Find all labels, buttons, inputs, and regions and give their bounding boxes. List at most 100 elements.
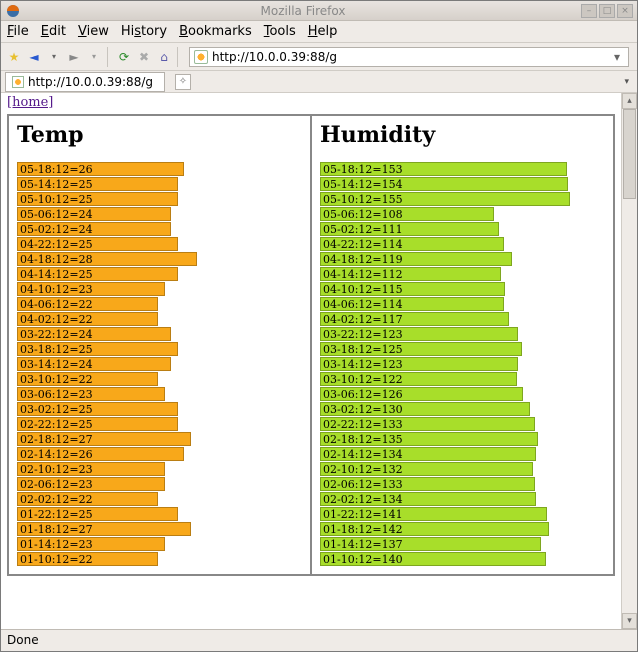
bar-row: 04-02:12=22 (17, 312, 158, 326)
bar-row: 03-18:12=25 (17, 342, 178, 356)
tab-active[interactable]: http://10.0.0.39:88/g (5, 72, 165, 92)
bar-row: 04-10:12=115 (320, 282, 505, 296)
bar-row: 05-02:12=111 (320, 222, 499, 236)
back-dropdown[interactable]: ▾ (45, 48, 63, 66)
bar-row: 03-10:12=22 (17, 372, 158, 386)
url-text: http://10.0.0.39:88/g (212, 50, 606, 64)
bar-row: 01-18:12=142 (320, 522, 549, 536)
bookmark-star-icon[interactable]: ★ (5, 48, 23, 66)
bar-row: 03-02:12=130 (320, 402, 530, 416)
bar-row: 03-14:12=24 (17, 357, 171, 371)
new-tab-button[interactable]: ✧ (175, 74, 191, 90)
bar-row: 05-14:12=25 (17, 177, 178, 191)
humidity-heading: Humidity (320, 122, 605, 148)
url-input[interactable]: http://10.0.0.39:88/g ▾ (189, 47, 629, 67)
close-button[interactable]: × (617, 4, 633, 18)
minimize-button[interactable]: – (581, 4, 597, 18)
bar-row: 02-14:12=26 (17, 447, 184, 461)
bar-row: 02-06:12=23 (17, 477, 165, 491)
temp-panel: Temp 05-18:12=2605-14:12=2505-10:12=2505… (8, 115, 311, 575)
menu-file[interactable]: File (7, 24, 29, 39)
titlebar: Mozilla Firefox – □ × (1, 1, 637, 21)
scroll-thumb[interactable] (623, 109, 636, 199)
bar-row: 04-22:12=114 (320, 237, 504, 251)
stop-button[interactable]: ✖ (135, 48, 153, 66)
home-button[interactable]: ⌂ (155, 48, 173, 66)
favicon-icon (12, 76, 24, 88)
bar-row: 01-14:12=137 (320, 537, 541, 551)
bar-row: 03-22:12=123 (320, 327, 518, 341)
bar-row: 01-18:12=27 (17, 522, 191, 536)
menu-tools[interactable]: Tools (264, 24, 296, 39)
bar-row: 03-02:12=25 (17, 402, 178, 416)
menubar: File Edit View History Bookmarks Tools H… (1, 21, 637, 43)
menu-edit[interactable]: Edit (41, 24, 66, 39)
bar-row: 04-02:12=117 (320, 312, 509, 326)
bar-row: 05-06:12=24 (17, 207, 171, 221)
bar-row: 01-10:12=140 (320, 552, 546, 566)
bar-row: 04-18:12=119 (320, 252, 512, 266)
bar-row: 05-14:12=154 (320, 177, 568, 191)
window-title: Mozilla Firefox (25, 4, 581, 18)
temp-bars: 05-18:12=2605-14:12=2505-10:12=2505-06:1… (17, 162, 302, 566)
tabbar: http://10.0.0.39:88/g ✧ ▾ (1, 71, 637, 93)
nav-toolbar: ★ ◄ ▾ ► ▾ ⟳ ✖ ⌂ http://10.0.0.39:88/g ▾ (1, 43, 637, 71)
vertical-scrollbar[interactable]: ▴ ▾ (621, 93, 637, 629)
bar-row: 03-06:12=126 (320, 387, 523, 401)
status-text: Done (7, 633, 39, 647)
bar-row: 01-22:12=141 (320, 507, 547, 521)
menu-help[interactable]: Help (308, 24, 338, 39)
bar-row: 02-18:12=27 (17, 432, 191, 446)
bar-row: 04-18:12=28 (17, 252, 197, 266)
bar-row: 04-06:12=114 (320, 297, 504, 311)
bar-row: 02-02:12=134 (320, 492, 536, 506)
forward-dropdown[interactable]: ▾ (85, 48, 103, 66)
menu-view[interactable]: View (78, 24, 109, 39)
forward-button[interactable]: ► (65, 48, 83, 66)
bar-row: 05-02:12=24 (17, 222, 171, 236)
bar-row: 02-10:12=132 (320, 462, 533, 476)
firefox-icon (5, 3, 21, 19)
url-dropdown-icon[interactable]: ▾ (610, 50, 624, 64)
bar-row: 03-06:12=23 (17, 387, 165, 401)
panels: Temp 05-18:12=2605-14:12=2505-10:12=2505… (7, 114, 615, 576)
bar-row: 04-14:12=112 (320, 267, 501, 281)
reload-button[interactable]: ⟳ (115, 48, 133, 66)
bar-row: 02-14:12=134 (320, 447, 536, 461)
bar-row: 02-18:12=135 (320, 432, 538, 446)
bar-row: 02-22:12=133 (320, 417, 535, 431)
home-link[interactable]: [home] (7, 95, 53, 110)
bar-row: 03-22:12=24 (17, 327, 171, 341)
back-button[interactable]: ◄ (25, 48, 43, 66)
humidity-panel: Humidity 05-18:12=15305-14:12=15405-10:1… (311, 115, 614, 575)
bar-row: 01-10:12=22 (17, 552, 158, 566)
maximize-button[interactable]: □ (599, 4, 615, 18)
bar-row: 03-18:12=125 (320, 342, 522, 356)
bar-row: 03-10:12=122 (320, 372, 517, 386)
page-content: [home] Temp 05-18:12=2605-14:12=2505-10:… (1, 93, 621, 629)
bar-row: 04-14:12=25 (17, 267, 178, 281)
bar-row: 04-06:12=22 (17, 297, 158, 311)
bar-row: 02-22:12=25 (17, 417, 178, 431)
bar-row: 04-10:12=23 (17, 282, 165, 296)
humidity-bars: 05-18:12=15305-14:12=15405-10:12=15505-0… (320, 162, 605, 566)
bar-row: 05-10:12=25 (17, 192, 178, 206)
bar-row: 05-10:12=155 (320, 192, 570, 206)
scroll-up-button[interactable]: ▴ (622, 93, 637, 109)
favicon-icon (194, 50, 208, 64)
bar-row: 02-10:12=23 (17, 462, 165, 476)
bar-row: 05-06:12=108 (320, 207, 494, 221)
bar-row: 01-14:12=23 (17, 537, 165, 551)
bar-row: 02-06:12=133 (320, 477, 535, 491)
tabs-dropdown-icon[interactable]: ▾ (620, 77, 633, 87)
temp-heading: Temp (17, 122, 302, 148)
bar-row: 01-22:12=25 (17, 507, 178, 521)
bar-row: 02-02:12=22 (17, 492, 158, 506)
menu-bookmarks[interactable]: Bookmarks (179, 24, 252, 39)
menu-history[interactable]: History (121, 24, 167, 39)
scroll-down-button[interactable]: ▾ (622, 613, 637, 629)
tab-label: http://10.0.0.39:88/g (28, 75, 153, 89)
bar-row: 03-14:12=123 (320, 357, 518, 371)
bar-row: 05-18:12=26 (17, 162, 184, 176)
bar-row: 05-18:12=153 (320, 162, 567, 176)
